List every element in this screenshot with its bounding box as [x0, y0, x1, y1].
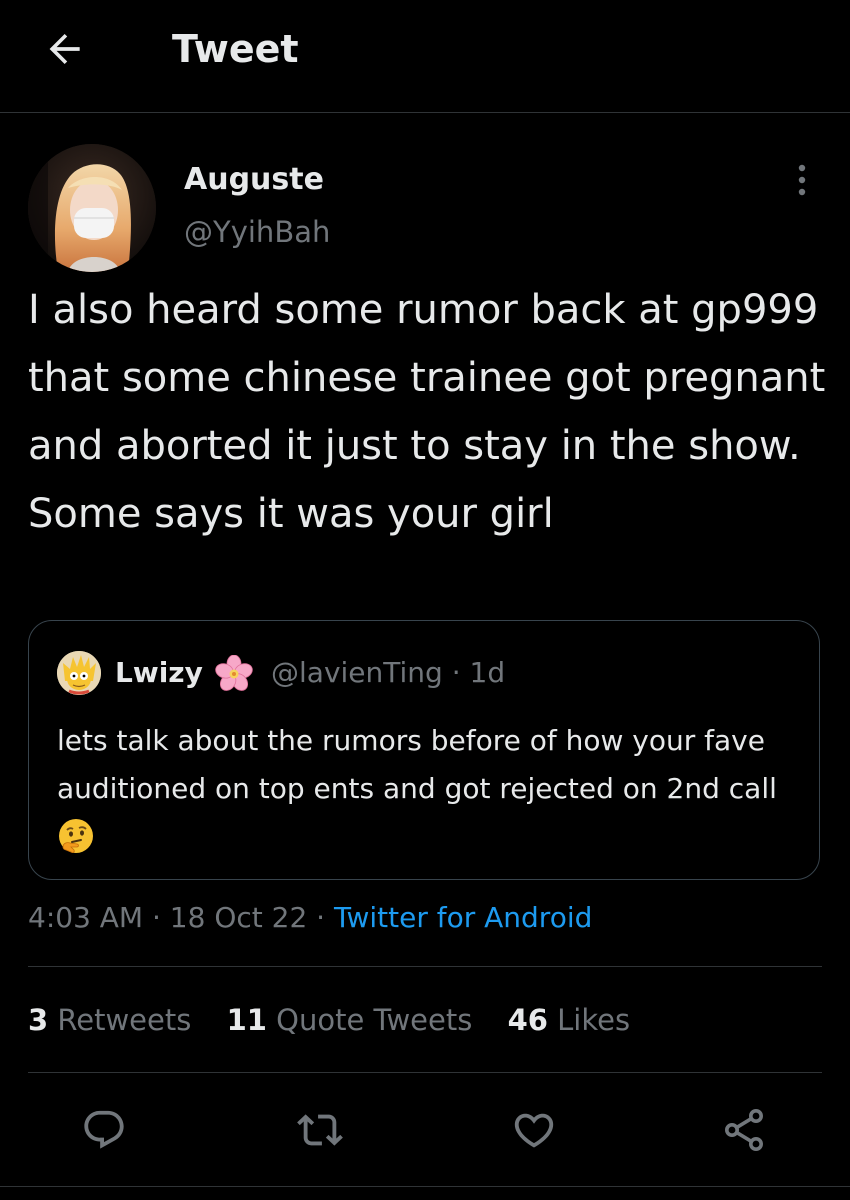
quoted-tweet-text: lets talk about the rumors before of how…: [57, 717, 797, 861]
share-button[interactable]: [718, 1104, 770, 1156]
avatar-image: [57, 651, 101, 695]
quoted-author-handle: @lavienTing · 1d: [271, 656, 506, 689]
reply-button[interactable]: [78, 1104, 130, 1156]
meta-separator: ·: [143, 901, 170, 934]
quoted-tweet-card[interactable]: Lwizy @lavienTing · 1d lets talk about t…: [28, 620, 820, 880]
reply-icon: [84, 1110, 124, 1149]
quote-tweets-count: 11: [226, 1003, 267, 1037]
more-vertical-icon: [798, 164, 806, 196]
tweet-text: I also heard some rumor back at gp999 th…: [28, 287, 826, 537]
likes-label: Likes: [547, 1003, 631, 1037]
author-avatar[interactable]: [28, 144, 156, 272]
tweet-time: 4:03 AM: [28, 901, 144, 934]
cherry-blossom-icon: [215, 655, 253, 691]
like-button[interactable]: [508, 1104, 560, 1156]
thinking-face-icon: [59, 819, 93, 854]
author-handle[interactable]: @YyihBah: [184, 212, 330, 252]
header-bar: Tweet: [0, 0, 850, 113]
quoted-author-name: Lwizy: [115, 656, 203, 689]
quoted-tweet-text-content: lets talk about the rumors before of how…: [57, 724, 777, 805]
tweet-stats: 3 Retweets 11 Quote Tweets 46 Likes: [28, 998, 656, 1042]
retweets-stat[interactable]: 3 Retweets: [28, 998, 191, 1042]
divider: [28, 966, 822, 967]
share-icon: [725, 1109, 763, 1151]
quote-tweets-stat[interactable]: 11 Quote Tweets: [227, 998, 473, 1042]
more-options-button[interactable]: [784, 158, 820, 202]
divider: [28, 1072, 822, 1073]
quoted-author-avatar: [57, 651, 101, 695]
page-title: Tweet: [172, 27, 299, 71]
likes-stat[interactable]: 46 Likes: [508, 998, 631, 1042]
retweets-count: 3: [28, 1003, 49, 1037]
author-name[interactable]: Auguste: [184, 160, 324, 200]
back-button[interactable]: [38, 22, 92, 76]
tweet-date: 18 Oct 22: [169, 901, 308, 934]
avatar-image: [28, 144, 156, 272]
tweet-meta: 4:03 AM · 18 Oct 22 · Twitter for Androi…: [28, 896, 592, 940]
quote-tweets-label: Quote Tweets: [266, 1003, 473, 1037]
retweets-label: Retweets: [48, 1003, 192, 1037]
divider: [0, 1186, 850, 1187]
retweet-icon: [297, 1114, 343, 1146]
retweet-button[interactable]: [294, 1104, 346, 1156]
heart-icon: [514, 1113, 554, 1148]
arrow-left-icon: [49, 33, 80, 65]
tweet-source-link[interactable]: Twitter for Android: [334, 901, 592, 934]
meta-separator: ·: [307, 901, 334, 934]
likes-count: 46: [507, 1003, 548, 1037]
